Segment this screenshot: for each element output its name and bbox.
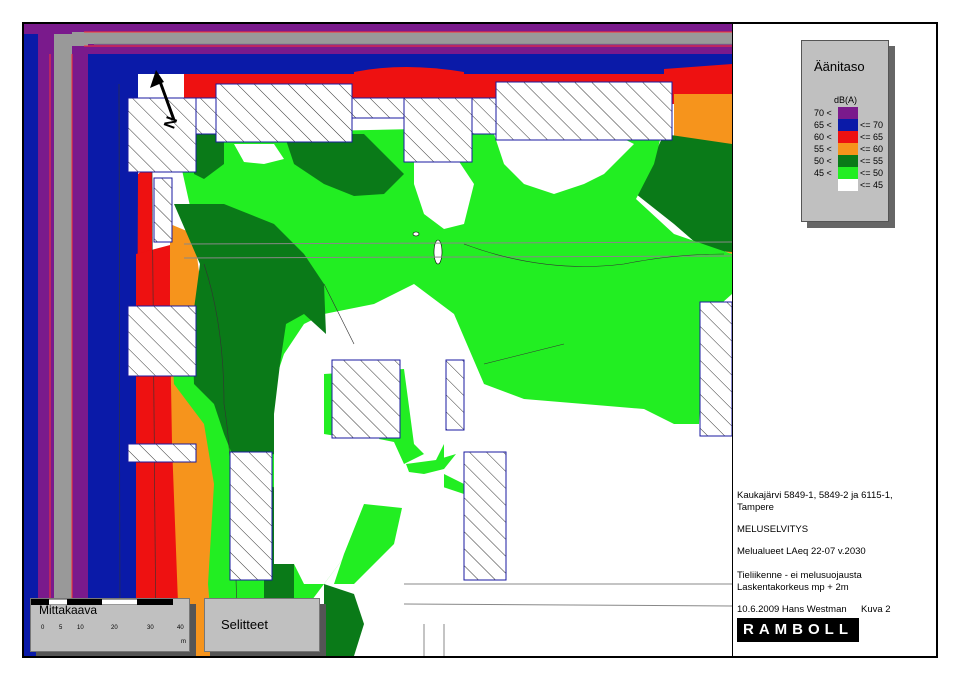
legend-high-value: <= 45 — [860, 180, 884, 190]
legend-row: 60 < <= 65 — [814, 131, 888, 143]
zone-65-70 — [24, 24, 38, 656]
map-frame: N Mittakaava 0 5 10 20 30 40 m Selitteet — [22, 22, 938, 658]
scale-tick: 40 — [177, 625, 184, 631]
legend-high-value: <= 65 — [860, 132, 884, 142]
legend-high-value: <= 55 — [860, 156, 884, 166]
legend-swatch — [838, 131, 858, 143]
road — [54, 24, 72, 656]
legend: Äänitaso dB(A) 70 <65 < <= 70 60 < <= 65 55 … — [801, 40, 889, 222]
legend-swatch — [838, 119, 858, 131]
legend-row: 50 < <= 55 — [814, 155, 888, 167]
legend-swatch — [838, 179, 858, 191]
legend-title: Äänitaso — [814, 59, 865, 74]
project-line2: Tampere — [737, 502, 774, 513]
legend-low-value: 60 < — [814, 132, 832, 142]
legend-low-value: 50 < — [814, 156, 832, 166]
legend-swatch — [838, 107, 858, 119]
legend-low-value: 65 < — [814, 120, 832, 130]
info-panel: Äänitaso dB(A) 70 <65 < <= 70 60 < <= 65 55 … — [732, 24, 936, 656]
legend-low-value: 55 < — [814, 144, 832, 154]
legend-high-value: <= 50 — [860, 168, 884, 178]
legend-row: <= 45 — [814, 179, 888, 191]
legend-row: 45 < <= 50 — [814, 167, 888, 179]
selitteet-label: Selitteet — [221, 617, 268, 632]
noise-map: N Mittakaava 0 5 10 20 30 40 m Selitteet — [24, 24, 732, 656]
legend-row: 70 < — [814, 107, 888, 119]
desc-line2: Laskentakorkeus mp + 2m — [737, 582, 849, 593]
scale-tick: 5 — [59, 625, 63, 631]
legend-low-value: 45 < — [814, 168, 832, 178]
legend-swatch — [838, 155, 858, 167]
legend-swatch — [838, 167, 858, 179]
noise-map-canvas: N — [24, 24, 732, 656]
legend-row: 55 < <= 60 — [814, 143, 888, 155]
desc-line1: Tieliikenne - ei melusuojausta — [737, 570, 862, 581]
figure-number: Kuva 2 — [861, 604, 891, 615]
legend-swatch — [838, 143, 858, 155]
scale-unit: m — [181, 639, 186, 645]
legend-low-value: 70 < — [814, 108, 832, 118]
scale-panel: Mittakaava 0 5 10 20 30 40 m — [30, 598, 190, 652]
scale-tick: 0 — [41, 625, 45, 631]
report-title: MELUSELVITYS — [737, 524, 809, 535]
scale-tick: 10 — [77, 625, 84, 631]
scale-bar — [31, 599, 173, 605]
ramboll-logo: RAMBOLL — [737, 618, 859, 642]
project-line1: Kaukajärvi 5849-1, 5849-2 ja 6115-1, — [737, 490, 893, 501]
scale-title: Mittakaava — [39, 603, 98, 617]
legend-high-value: <= 60 — [860, 144, 884, 154]
scale-tick: 30 — [147, 625, 154, 631]
selitteet-button[interactable]: Selitteet — [204, 598, 320, 652]
map-title: Melualueet LAeq 22-07 v.2030 — [737, 546, 866, 557]
date-author: 10.6.2009 Hans Westman — [737, 604, 847, 615]
legend-high-value: <= 70 — [860, 120, 884, 130]
scale-tick: 20 — [111, 625, 118, 631]
legend-row: 65 < <= 70 — [814, 119, 888, 131]
legend-unit: dB(A) — [834, 95, 858, 105]
